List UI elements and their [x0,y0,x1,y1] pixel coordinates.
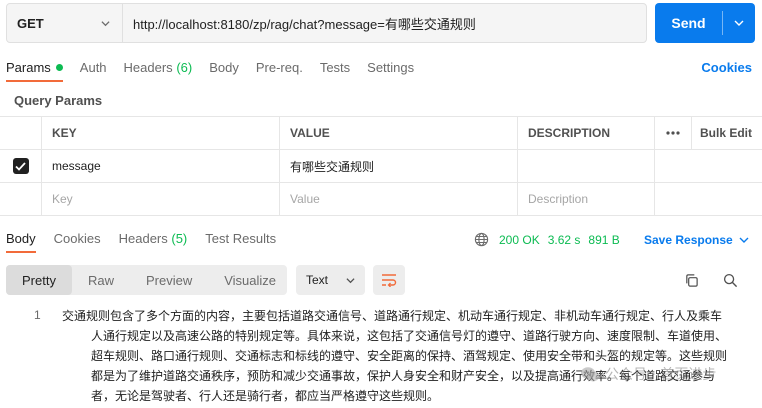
send-label: Send [671,15,706,31]
param-description-field[interactable] [518,150,655,182]
response-time[interactable]: 3.62 s [548,233,581,247]
format-raw[interactable]: Raw [72,265,130,295]
header-checkbox-cell [0,117,42,149]
format-pretty[interactable]: Pretty [6,265,72,295]
response-body-text[interactable]: 交通规则包含了多个方面的内容，主要包括道路交通信号、道路通行规定、机动车通行规定… [62,306,734,406]
bulk-edit-button[interactable]: Bulk Edit [692,117,762,149]
globe-icon[interactable] [474,232,489,247]
tab-label: Headers [123,59,173,75]
save-response-label: Save Response [644,233,733,247]
request-tabs: Params Auth Headers (6) Body Pre-req. Te… [6,56,431,82]
check-icon [15,161,26,171]
body-line: 交通规则包含了多个方面的内容，主要包括道路交通信号、道路通行规定、机动车通行规定… [62,309,723,323]
method-label: GET [17,15,44,31]
chevron-down-icon [346,277,355,283]
search-button[interactable] [720,270,740,290]
header-key: KEY [42,117,280,149]
new-key-input[interactable]: Key [42,183,280,215]
tab-body[interactable]: Body [209,56,239,78]
param-value-field[interactable]: 有哪些交通规则 [280,150,518,182]
tab-response-body[interactable]: Body [6,231,36,253]
headers-count: (6) [176,59,193,75]
text-format-select[interactable]: Text [296,265,365,295]
send-button[interactable]: Send [655,3,755,43]
row-spacer [655,183,692,215]
tab-response-headers[interactable]: Headers (5) [119,231,188,246]
params-indicator-dot [55,63,63,71]
param-key-field[interactable]: message [42,150,280,182]
more-horizontal-icon [666,131,680,135]
cookies-link[interactable]: Cookies [701,60,752,75]
watermark: 公众号 · 首页进步 [580,364,716,384]
table-header-row: KEY VALUE DESCRIPTION Bulk Edit [0,117,762,150]
body-line: 者，无论是驾驶者、行人还是骑行者，都应当严格遵守这些规则。 [91,389,440,403]
tab-label: Params [6,59,51,75]
param-enabled-checkbox[interactable] [12,158,29,174]
headers-count: (5) [171,231,188,246]
new-value-input[interactable]: Value [280,183,518,215]
response-meta: 200 OK 3.62 s 891 B [474,232,620,247]
url-input[interactable]: http://localhost:8180/zp/rag/chat?messag… [123,4,646,42]
save-response-button[interactable]: Save Response [644,233,749,247]
tab-settings[interactable]: Settings [367,56,414,78]
body-line: 人通行规定以及高速公路的特别规定等。具体来说，这包括了交通信号灯的遵守、道路行驶… [91,329,728,343]
tab-label: Headers [118,231,168,246]
wechat-icon [581,366,599,381]
header-description: DESCRIPTION [518,117,655,149]
query-params-table: KEY VALUE DESCRIPTION Bulk Edit message … [0,116,762,216]
tab-label: Auth [79,59,107,75]
watermark-text: 公众号 · 首页进步 [605,367,717,383]
text-format-label: Text [306,273,329,287]
chevron-down-icon [734,20,744,26]
status-code[interactable]: 200 OK [499,233,540,247]
new-description-input[interactable]: Description [518,183,655,215]
tab-pre-request[interactable]: Pre-req. [256,56,303,78]
tab-label: Body [209,59,239,75]
chevron-down-icon [739,237,749,243]
response-size[interactable]: 891 B [588,233,619,247]
row-spacer [692,183,762,215]
copy-icon [685,273,698,287]
send-options-button[interactable] [723,3,755,43]
row-spacer [655,150,692,182]
format-visualize[interactable]: Visualize [208,265,292,295]
request-bar: GET http://localhost:8180/zp/rag/chat?me… [6,3,647,43]
query-params-title: Query Params [14,93,103,108]
tab-params[interactable]: Params [6,56,63,82]
tab-label: Settings [367,59,415,75]
wrap-lines-icon [382,274,397,287]
search-icon [723,273,737,287]
header-value: VALUE [280,117,518,149]
copy-button[interactable] [681,270,701,290]
row-checkbox-cell [0,183,42,215]
more-options-button[interactable] [655,117,692,149]
tab-response-cookies[interactable]: Cookies [54,231,101,246]
tab-headers[interactable]: Headers (6) [124,56,193,78]
url-text: http://localhost:8180/zp/rag/chat?messag… [133,16,476,32]
tab-label: Pre-req. [255,59,303,75]
format-switcher: Pretty Raw Preview Visualize [6,265,287,295]
row-checkbox-cell [0,150,42,182]
table-row: message 有哪些交通规则 [0,150,762,183]
body-line: 超车规则、路口通行规则、交通标志和标线的遵守、安全距离的保持、酒驾规定、使用安全… [91,349,728,363]
table-row-empty: Key Value Description [0,183,762,216]
tab-tests[interactable]: Tests [320,56,350,78]
line-number: 1 [34,308,41,322]
row-spacer [692,150,762,182]
tab-label: Tests [319,59,351,75]
response-tabs: Body Cookies Headers (5) Test Results [6,231,294,253]
chevron-down-icon [101,20,110,26]
format-preview[interactable]: Preview [130,265,208,295]
tab-auth[interactable]: Auth [80,56,107,78]
wrap-lines-button[interactable] [373,265,405,295]
method-select[interactable]: GET [7,4,123,42]
tab-test-results[interactable]: Test Results [205,231,276,246]
